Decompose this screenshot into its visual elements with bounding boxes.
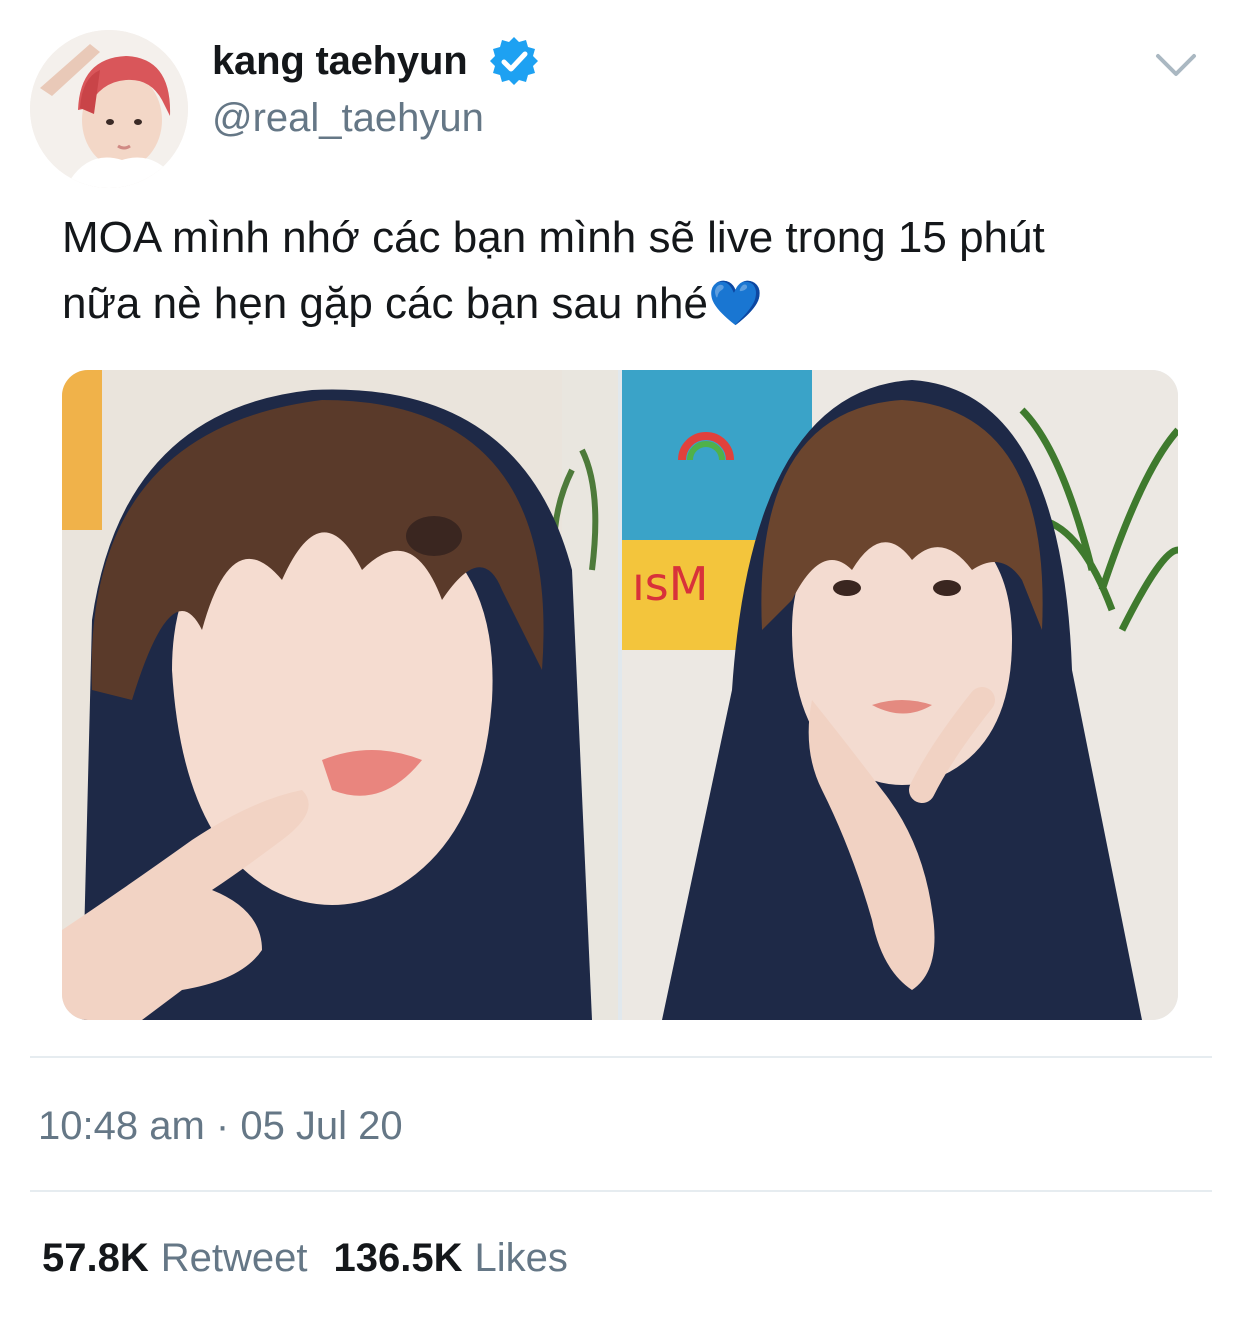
likes-label: Likes	[474, 1236, 568, 1280]
divider	[30, 1190, 1212, 1192]
divider	[30, 1056, 1212, 1058]
author-name-row[interactable]: kang taehyun	[212, 36, 539, 86]
tweet-stats: 57.8K Retweet 136.5K Likes	[42, 1236, 594, 1281]
tweet-header: kang taehyun @real_taehyun	[0, 0, 1242, 200]
author-handle[interactable]: @real_taehyun	[212, 96, 484, 141]
retweets-count: 57.8K	[42, 1236, 149, 1280]
retweets-stat[interactable]: 57.8K Retweet	[42, 1236, 308, 1281]
author-display-name[interactable]: kang taehyun	[212, 39, 468, 84]
tweet-photo-1[interactable]	[62, 370, 618, 1020]
avatar[interactable]	[30, 30, 188, 188]
likes-count: 136.5K	[333, 1236, 463, 1280]
tweet-media-grid: ısM	[62, 370, 1178, 1020]
tweet-text-line-2: nữa nè hẹn gặp các bạn sau nhé💙	[62, 279, 763, 328]
retweets-label: Retweet	[160, 1236, 308, 1280]
verified-badge-icon	[489, 36, 539, 86]
tweet-photo-2[interactable]: ısM	[622, 370, 1178, 1020]
svg-text:ısM: ısM	[632, 557, 708, 611]
likes-stat[interactable]: 136.5K Likes	[334, 1236, 568, 1281]
chevron-down-icon[interactable]	[1154, 50, 1198, 80]
tweet-text: MOA mình nhớ các bạn mình sẽ live trong …	[62, 205, 1222, 337]
tweet-timestamp[interactable]: 10:48 am · 05 Jul 20	[38, 1104, 403, 1149]
tweet-text-line-1: MOA mình nhớ các bạn mình sẽ live trong …	[62, 213, 1045, 262]
avatar-image	[30, 30, 188, 188]
